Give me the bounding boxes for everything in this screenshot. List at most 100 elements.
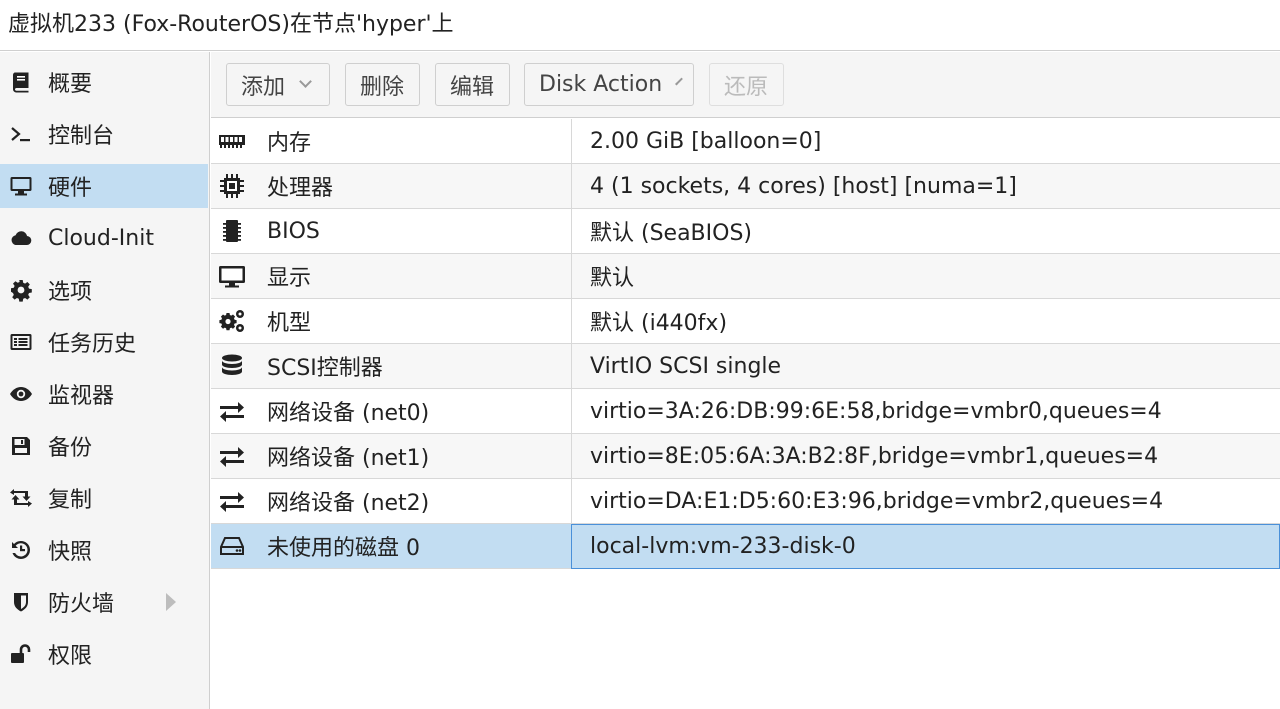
sidebar-item-backup[interactable]: 备份 (0, 424, 208, 468)
toolbar: 添加 删除 编辑 Disk Action 还原 (211, 52, 1280, 118)
row-name: SCSI控制器 (267, 356, 383, 381)
remove-button-label: 删除 (360, 74, 405, 100)
sidebar-item-label: 快照 (48, 540, 93, 565)
name-cell: 显示 (211, 254, 571, 298)
floppy-icon (8, 433, 34, 459)
sidebar-item-label: 监视器 (48, 384, 115, 409)
sidebar-item-summary[interactable]: 概要 (0, 60, 208, 104)
name-cell: 网络设备 (net1) (211, 434, 571, 478)
desktop-icon (217, 261, 247, 291)
sidebar-item-label: 概要 (48, 72, 93, 97)
add-button-label: 添加 (241, 74, 286, 100)
name-cell: SCSI控制器 (211, 344, 571, 388)
sidebar-item-replication[interactable]: 复制 (0, 476, 208, 520)
hardware-panel: 添加 删除 编辑 Disk Action 还原 内存 2.00 GiB [bal… (211, 52, 1280, 709)
value-cell: 默认 (SeaBIOS) (571, 209, 1280, 253)
value-cell: 4 (1 sockets, 4 cores) [host] [numa=1] (571, 164, 1280, 208)
submenu-arrow-icon[interactable] (166, 593, 176, 611)
sidebar: 概要 控制台 硬件 Cloud-Init 选项 任务历史 监视器 备份 复制 快… (0, 52, 210, 709)
row-name: BIOS (267, 218, 320, 244)
remove-button[interactable]: 删除 (345, 63, 420, 106)
table-row-display[interactable]: 显示 默认 (211, 254, 1280, 299)
sidebar-item-label: 选项 (48, 280, 93, 305)
unlock-icon (8, 641, 34, 667)
value-cell: virtio=DA:E1:D5:60:E3:96,bridge=vmbr2,qu… (571, 479, 1280, 523)
name-cell: 未使用的磁盘 0 (211, 524, 571, 568)
hdd-icon (217, 531, 247, 561)
sidebar-item-cloud-init[interactable]: Cloud-Init (0, 216, 208, 260)
sidebar-item-label: 备份 (48, 436, 93, 461)
name-cell: 网络设备 (net2) (211, 479, 571, 523)
disk-action-button[interactable]: Disk Action (524, 63, 694, 106)
cpu-icon (217, 171, 247, 201)
row-name: 网络设备 (net1) (267, 446, 430, 471)
history-icon (8, 537, 34, 563)
eye-icon (8, 381, 34, 407)
table-row-machine[interactable]: 机型 默认 (i440fx) (211, 299, 1280, 344)
table-row-scsi-controller[interactable]: SCSI控制器 VirtIO SCSI single (211, 344, 1280, 389)
cogs-icon (217, 306, 247, 336)
table-row-net2[interactable]: 网络设备 (net2) virtio=DA:E1:D5:60:E3:96,bri… (211, 479, 1280, 524)
sidebar-item-label: 控制台 (48, 124, 115, 149)
chevron-down-icon (675, 77, 684, 86)
sidebar-item-label: 防火墙 (48, 592, 115, 617)
name-cell: 机型 (211, 299, 571, 343)
monitor-icon (8, 173, 34, 199)
table-row-net1[interactable]: 网络设备 (net1) virtio=8E:05:6A:3A:B2:8F,bri… (211, 434, 1280, 479)
row-name: 网络设备 (net2) (267, 491, 430, 516)
sidebar-item-task-history[interactable]: 任务历史 (0, 320, 208, 364)
chevron-down-icon (299, 75, 312, 88)
sidebar-item-options[interactable]: 选项 (0, 268, 208, 312)
chip-icon (217, 216, 247, 246)
terminal-icon (8, 121, 34, 147)
name-cell: BIOS (211, 209, 571, 253)
sidebar-item-label: Cloud-Init (48, 225, 154, 251)
row-name: 机型 (267, 311, 312, 336)
cloud-icon (8, 225, 34, 251)
table-row-memory[interactable]: 内存 2.00 GiB [balloon=0] (211, 119, 1280, 164)
list-icon (8, 329, 34, 355)
retweet-icon (8, 485, 34, 511)
row-name: 处理器 (267, 176, 334, 201)
table-row-net0[interactable]: 网络设备 (net0) virtio=3A:26:DB:99:6E:58,bri… (211, 389, 1280, 434)
sidebar-item-console[interactable]: 控制台 (0, 112, 208, 156)
sidebar-item-snapshots[interactable]: 快照 (0, 528, 208, 572)
table-row-unused-disk[interactable]: 未使用的磁盘 0 local-lvm:vm-233-disk-0 (211, 524, 1280, 569)
name-cell: 处理器 (211, 164, 571, 208)
gear-icon (8, 277, 34, 303)
value-cell: VirtIO SCSI single (571, 344, 1280, 388)
value-cell: virtio=3A:26:DB:99:6E:58,bridge=vmbr0,qu… (571, 389, 1280, 433)
row-name: 内存 (267, 131, 312, 156)
name-cell: 内存 (211, 119, 571, 163)
exchange-icon (217, 396, 247, 426)
sidebar-item-label: 硬件 (48, 176, 93, 201)
row-name: 显示 (267, 266, 312, 291)
value-cell: 默认 (i440fx) (571, 299, 1280, 343)
sidebar-item-label: 任务历史 (48, 332, 137, 357)
value-cell: 默认 (571, 254, 1280, 298)
sidebar-item-monitor[interactable]: 监视器 (0, 372, 208, 416)
sidebar-item-label: 权限 (48, 644, 93, 669)
title-bar: 虚拟机233 (Fox-RouterOS)在节点'hyper'上 (0, 0, 1280, 51)
book-icon (8, 69, 34, 95)
table-row-processors[interactable]: 处理器 4 (1 sockets, 4 cores) [host] [numa=… (211, 164, 1280, 209)
edit-button-label: 编辑 (450, 74, 495, 100)
sidebar-item-firewall[interactable]: 防火墙 (0, 580, 208, 624)
row-name: 未使用的磁盘 0 (267, 536, 420, 561)
table-row-bios[interactable]: BIOS 默认 (SeaBIOS) (211, 209, 1280, 254)
disk-action-button-label: Disk Action (539, 72, 663, 97)
add-button[interactable]: 添加 (226, 63, 330, 106)
exchange-icon (217, 441, 247, 471)
database-icon (217, 351, 247, 381)
name-cell: 网络设备 (net0) (211, 389, 571, 433)
revert-button[interactable]: 还原 (709, 63, 784, 106)
row-name: 网络设备 (net0) (267, 401, 430, 426)
value-cell: virtio=8E:05:6A:3A:B2:8F,bridge=vmbr1,qu… (571, 434, 1280, 478)
edit-button[interactable]: 编辑 (435, 63, 510, 106)
sidebar-item-hardware[interactable]: 硬件 (0, 164, 208, 208)
sidebar-item-permissions[interactable]: 权限 (0, 632, 208, 676)
window-title: 虚拟机233 (Fox-RouterOS)在节点'hyper'上 (8, 12, 454, 37)
revert-button-label: 还原 (724, 74, 769, 100)
shield-icon (8, 589, 34, 615)
sidebar-item-label: 复制 (48, 488, 93, 513)
